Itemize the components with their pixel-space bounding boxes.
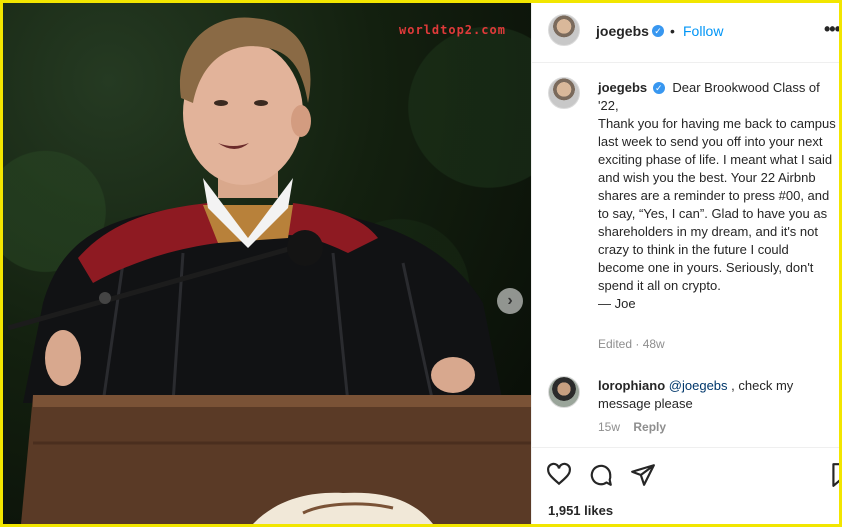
- speaker-illustration: [7, 17, 531, 524]
- caption-text: Dear Brookwood Class of '22, Thank you f…: [598, 80, 836, 311]
- header-separator: •: [670, 23, 675, 39]
- screenshot-frame: worldtop2.com › joegebs ✓ • Follow ••• j…: [0, 0, 842, 527]
- share-button[interactable]: [630, 462, 656, 488]
- caption-username[interactable]: joegebs: [598, 80, 647, 95]
- bookmark-icon: [832, 463, 839, 487]
- post-header: joegebs ✓ • Follow •••: [532, 3, 839, 63]
- commenter-username[interactable]: lorophiano: [598, 378, 665, 393]
- verified-badge-icon: ✓: [652, 25, 664, 37]
- share-icon: [631, 464, 655, 486]
- more-options-icon[interactable]: •••: [824, 19, 839, 40]
- comment-age: 15w: [598, 420, 621, 434]
- action-bar: [532, 447, 839, 501]
- reply-button[interactable]: Reply: [633, 420, 666, 434]
- next-image-button[interactable]: ›: [497, 288, 523, 314]
- author-avatar[interactable]: [548, 14, 580, 46]
- post-caption: joegebs ✓ Dear Brookwood Class of '22, T…: [598, 79, 836, 313]
- chevron-right-icon: ›: [507, 292, 513, 309]
- comment-button[interactable]: [588, 462, 614, 488]
- caption-author-avatar[interactable]: [548, 77, 580, 109]
- post-details-panel: joegebs ✓ • Follow ••• joegebs ✓ Dear Br…: [531, 3, 839, 524]
- comment-meta: 15w Reply: [598, 420, 666, 434]
- watermark-text: worldtop2.com: [399, 23, 506, 37]
- author-username[interactable]: joegebs: [596, 23, 649, 39]
- post-photo[interactable]: worldtop2.com ›: [3, 3, 531, 524]
- verified-badge-icon: ✓: [652, 82, 665, 94]
- comment-icon: [590, 464, 612, 486]
- commenter-avatar[interactable]: [548, 376, 580, 408]
- likes-count[interactable]: 1,951 likes: [548, 503, 613, 518]
- edited-timestamp: Edited · 48w: [598, 337, 665, 351]
- save-button[interactable]: [828, 462, 839, 488]
- like-button[interactable]: [546, 462, 572, 488]
- heart-icon: [547, 462, 571, 486]
- comment-mention-link[interactable]: @joegebs: [669, 378, 728, 393]
- comment: lorophiano @joegebs , check my message p…: [598, 377, 836, 413]
- follow-button[interactable]: Follow: [683, 23, 723, 39]
